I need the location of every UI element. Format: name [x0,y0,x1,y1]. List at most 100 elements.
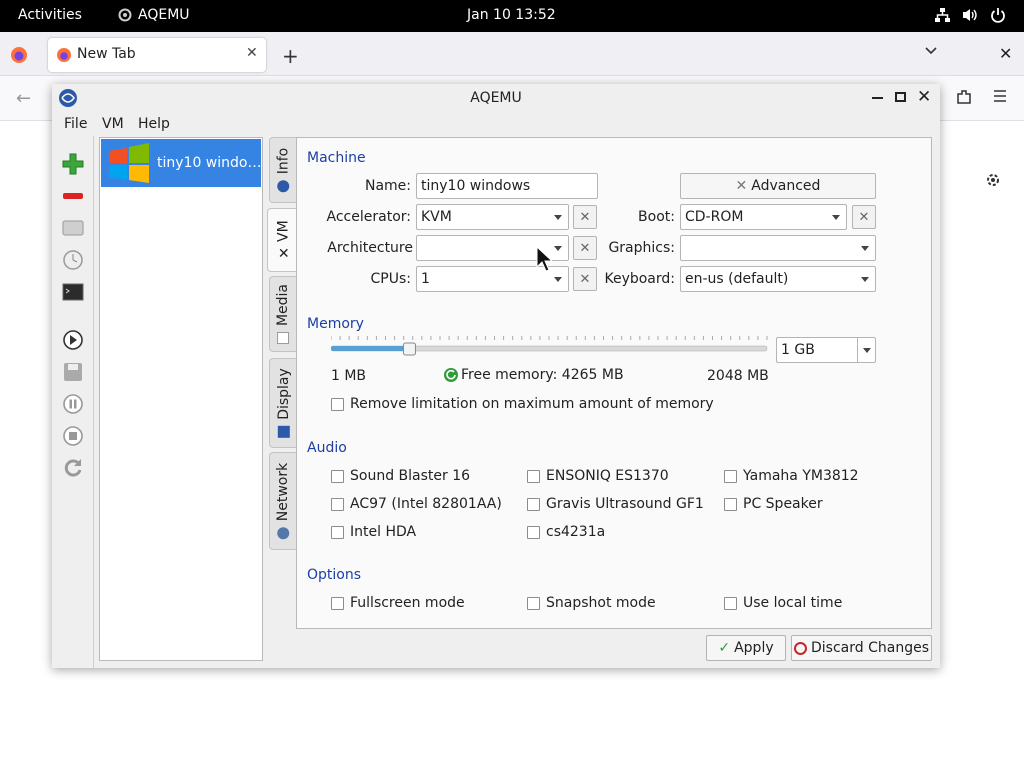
remove-limit-checkbox[interactable]: Remove limitation on maximum amount of m… [331,396,714,412]
remove-vm-icon[interactable] [61,184,85,208]
keyboard-select[interactable]: en-us (default) [680,266,876,292]
terminal-icon[interactable] [61,280,85,304]
checkbox-label: Remove limitation on maximum amount of m… [350,396,714,412]
checkbox-box [331,596,344,610]
back-icon[interactable]: ← [16,88,31,109]
add-vm-icon[interactable] [61,152,85,176]
boot-select[interactable]: CD-ROM [680,204,847,230]
clock[interactable]: Jan 10 13:52 [467,7,556,23]
apply-button[interactable]: ✓ Apply [706,635,786,661]
audio-section-title: Audio [307,440,347,456]
tab-network[interactable]: Network [269,452,297,550]
checkbox-box [527,525,540,539]
firefox-icon[interactable] [10,46,28,68]
slider-handle [402,342,416,356]
audio-option-label: Intel HDA [350,524,417,540]
advanced-button[interactable]: ✕ Advanced [680,173,876,199]
tab-close-icon[interactable]: ✕ [246,45,258,61]
menu-file[interactable]: File [64,116,87,132]
tab-info[interactable]: Info [269,137,297,203]
cpus-label: CPUs: [370,271,411,287]
menu-bar: File VM Help [52,112,940,136]
aqemu-window: AQEMU ✕ File VM Help tiny10 windo… Info … [52,84,940,668]
minimize-icon[interactable] [872,97,883,99]
discard-changes-button[interactable]: Discard Changes [791,635,932,661]
title-bar[interactable]: AQEMU ✕ [52,84,940,112]
gnome-top-bar: Activities AQEMU Jan 10 13:52 [0,0,1024,32]
architecture-label: Architecture [327,240,413,256]
tab-vm-label: VM [275,220,292,242]
close-icon[interactable]: ✕ [917,87,931,107]
tools-icon: ✕ [277,245,290,262]
list-tabs-icon[interactable] [924,44,938,62]
accelerator-settings-icon[interactable]: ✕ [573,205,597,229]
graphics-label: Graphics: [608,240,675,256]
memory-min-label: 1 MB [331,368,367,384]
activities-button[interactable]: Activities [18,7,82,23]
localtime-checkbox[interactable]: Use local time [724,595,842,611]
tab-title: New Tab [77,46,136,62]
tab-vm[interactable]: ✕ VM [267,208,299,272]
maximize-icon[interactable] [895,92,906,102]
vm-list-item[interactable]: tiny10 windo… [101,139,261,187]
audio-option[interactable]: cs4231a [527,524,605,540]
start-vm-icon[interactable] [61,328,85,352]
options-section-title: Options [307,567,362,583]
new-tab-button[interactable]: + [282,44,299,68]
name-input[interactable]: tiny10 windows [416,173,598,199]
menu-help[interactable]: Help [138,116,170,132]
extensions-icon[interactable] [955,88,973,110]
close-browser-icon[interactable]: ✕ [999,44,1012,63]
volume-icon[interactable] [961,7,979,27]
tab-display[interactable]: Display [269,358,297,448]
audio-option-label: cs4231a [546,524,606,540]
hamburger-menu-icon[interactable] [992,88,1008,108]
audio-option[interactable]: ENSONIQ ES1370 [527,468,669,484]
browser-tab[interactable]: New Tab ✕ [48,38,266,72]
tab-firefox-icon [56,47,72,67]
cancel-icon [794,641,807,655]
accelerator-select[interactable]: KVM [416,204,569,230]
power-icon[interactable] [990,7,1006,27]
network-icon[interactable] [934,7,950,27]
tab-media[interactable]: Media [269,276,297,352]
audio-option[interactable]: AC97 (Intel 82801AA) [331,496,502,512]
audio-option[interactable]: Intel HDA [331,524,416,540]
refresh-icon[interactable] [443,367,459,383]
hdd-icon[interactable] [61,216,85,240]
save-state-icon[interactable] [61,360,85,384]
audio-option[interactable]: Sound Blaster 16 [331,468,470,484]
memory-section-title: Memory [307,316,364,332]
checkbox-box [331,469,344,483]
apply-label: Apply [734,640,774,656]
audio-option[interactable]: Yamaha YM3812 [724,468,859,484]
fullscreen-checkbox[interactable]: Fullscreen mode [331,595,465,611]
windows-logo-icon [107,143,151,187]
checkbox-box [527,497,540,511]
vm-name: tiny10 windo… [157,155,262,171]
memory-slider[interactable] [331,335,771,357]
audio-option-label: Gravis Ultrasound GF1 [546,496,704,512]
checkbox-label: Use local time [743,595,843,611]
keyboard-value: en-us (default) [685,271,789,287]
chevron-down-icon [863,348,871,353]
snapshot-checkbox[interactable]: Snapshot mode [527,595,656,611]
discard-label: Discard Changes [811,640,929,656]
audio-option-label: AC97 (Intel 82801AA) [350,496,502,512]
menu-vm[interactable]: VM [102,116,124,132]
boot-settings-icon[interactable]: ✕ [852,205,876,229]
pause-vm-icon[interactable] [61,392,85,416]
audio-option[interactable]: PC Speaker [724,496,823,512]
memory-dropdown-button[interactable] [857,338,875,362]
reset-vm-icon[interactable] [61,456,85,480]
audio-option-label: ENSONIQ ES1370 [546,468,669,484]
audio-option[interactable]: Gravis Ultrasound GF1 [527,496,704,512]
checkbox-box [527,469,540,483]
app-menu-label[interactable]: AQEMU [138,7,190,23]
checkbox-label: Fullscreen mode [350,595,465,611]
page-settings-icon[interactable] [984,171,1002,193]
graphics-select[interactable] [680,235,876,261]
clock-icon[interactable] [61,248,85,272]
stop-vm-icon[interactable] [61,424,85,448]
audio-option-label: PC Speaker [743,496,823,512]
